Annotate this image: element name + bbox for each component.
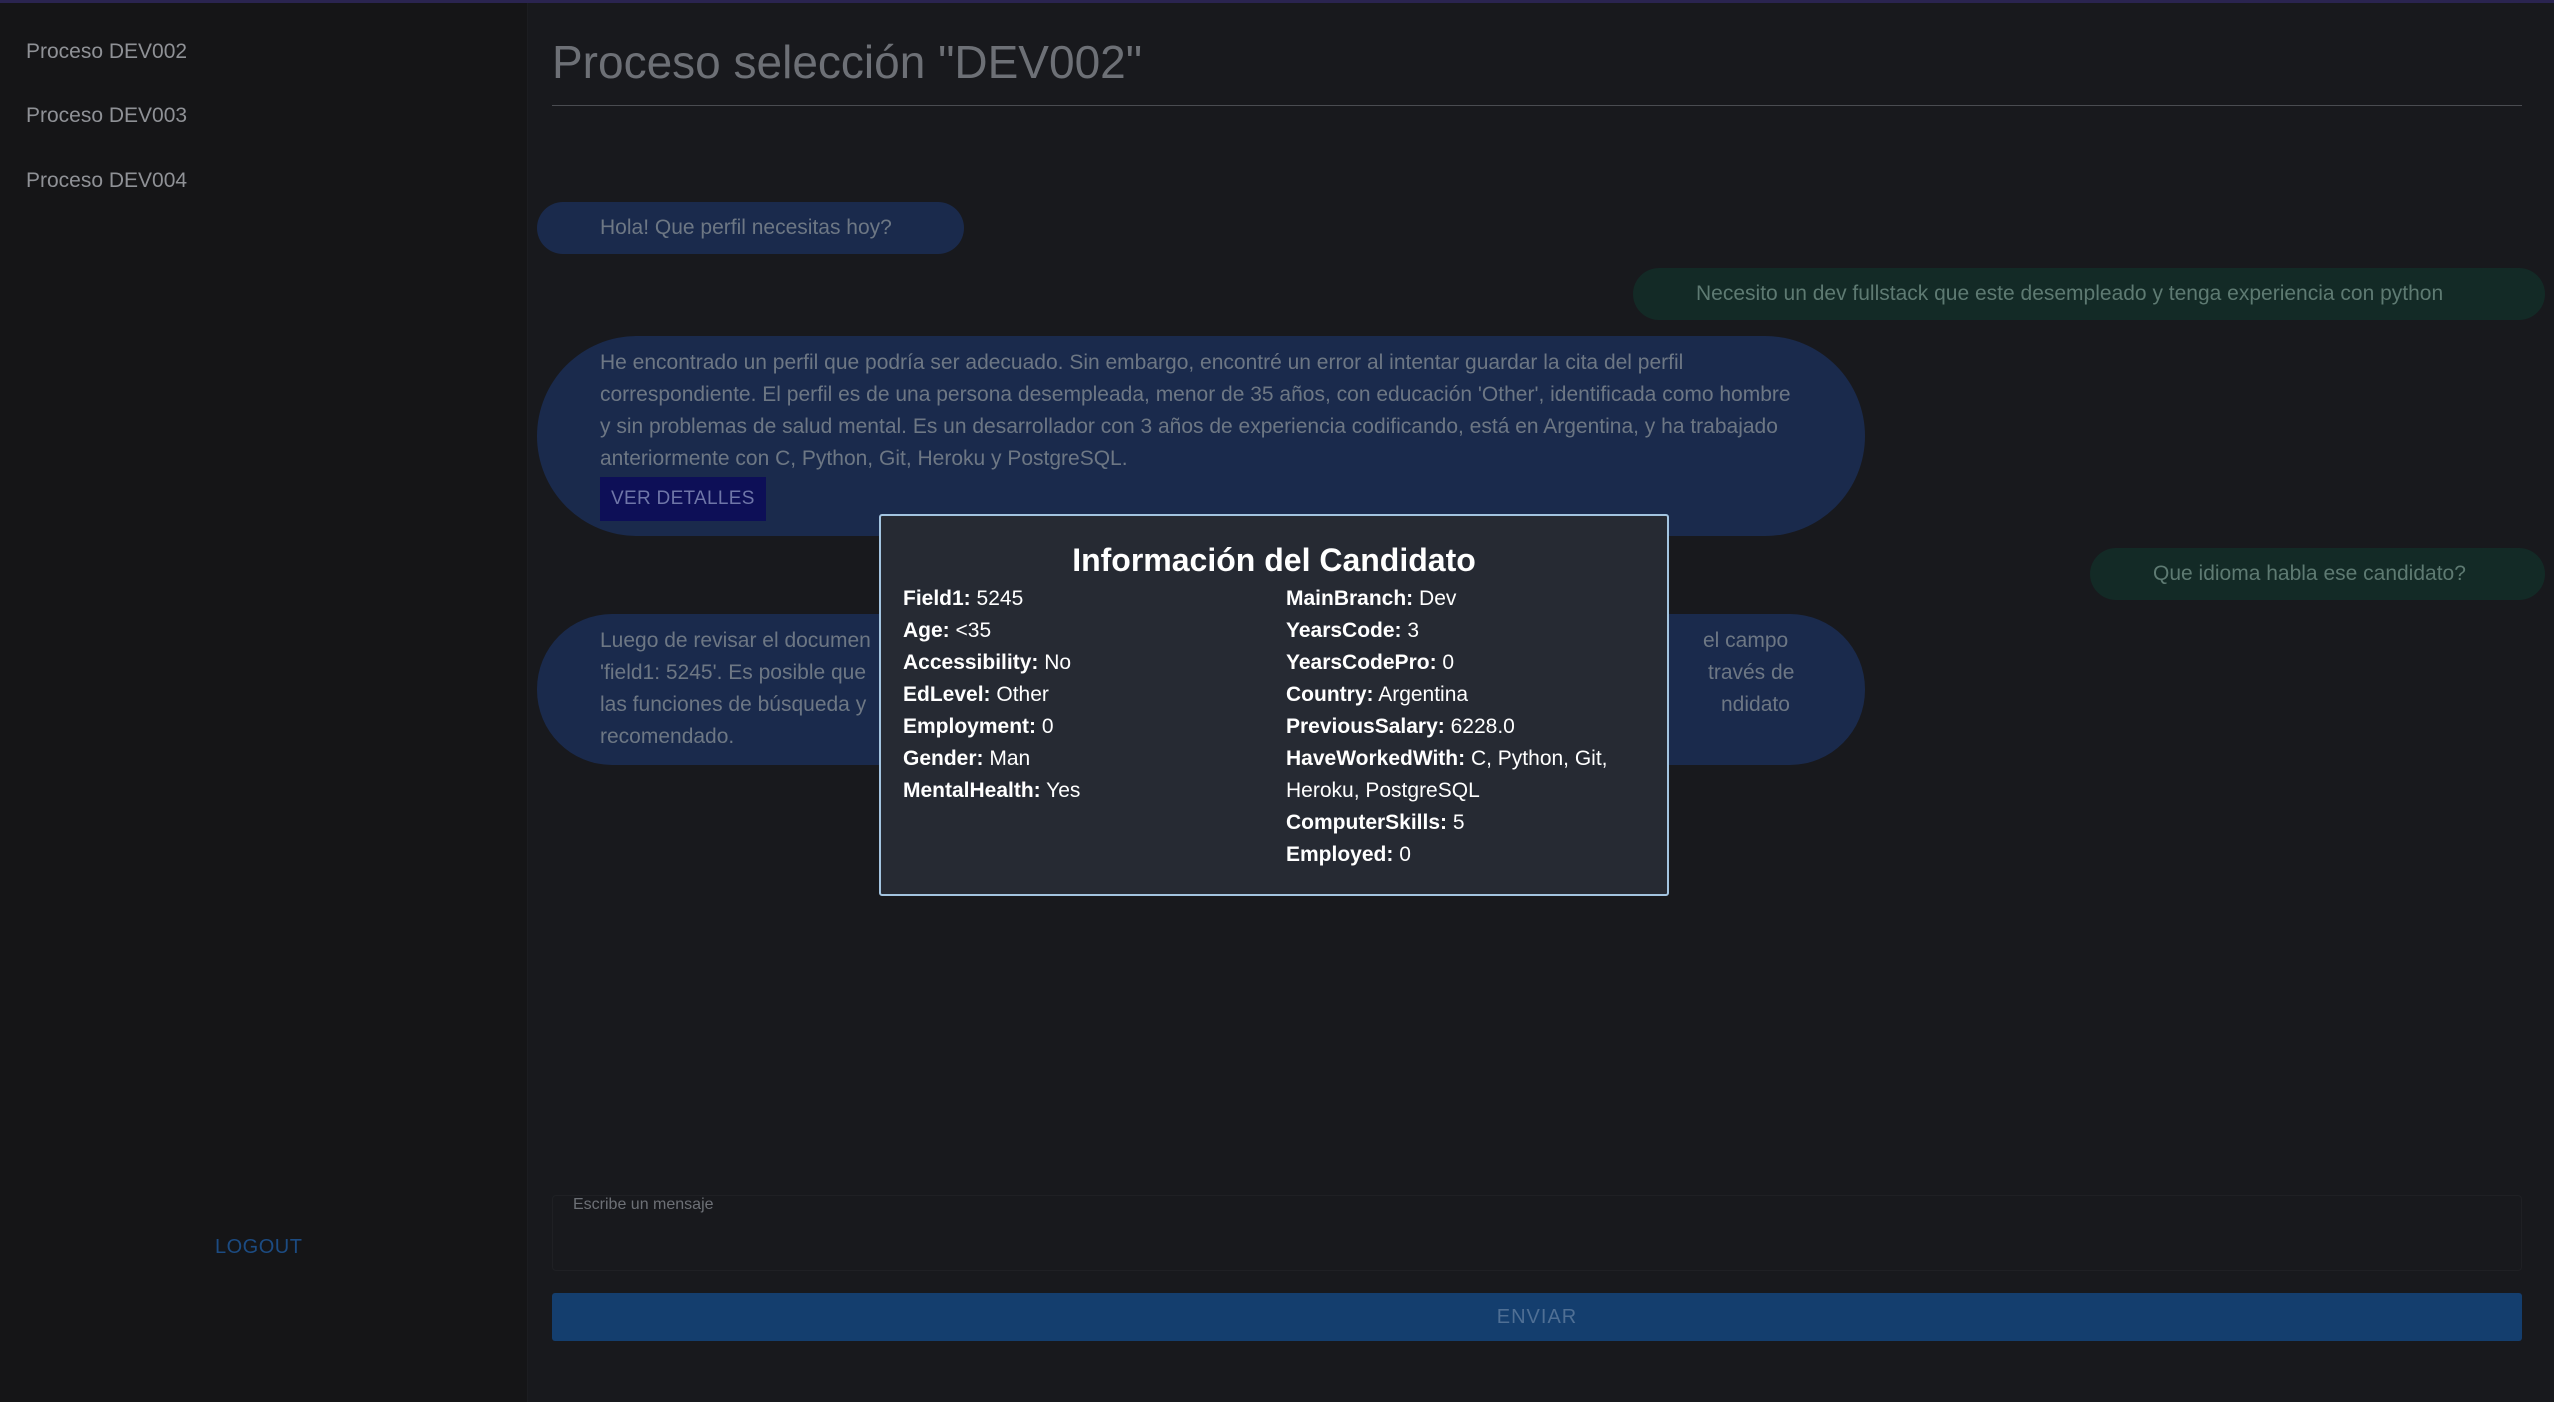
field-key: Employed: (1286, 843, 1394, 866)
user-message: Que idioma habla ese candidato? (2090, 548, 2545, 600)
field-row-age: Age: <35 (903, 615, 1263, 647)
field-key: YearsCodePro: (1286, 651, 1437, 674)
message-text: He encontrado un perfil que podría ser a… (600, 351, 1791, 470)
field-value: 5245 (976, 587, 1024, 610)
logout-button[interactable]: LOGOUT (215, 1236, 302, 1259)
message-text-fragment: las funciones de búsqueda y (600, 693, 867, 716)
field-key: ComputerSkills: (1286, 811, 1448, 834)
field-value: 5 (1452, 811, 1465, 834)
field-row-gender: Gender: Man (903, 743, 1263, 775)
field-row-previoussalary: PreviousSalary: 6228.0 (1286, 711, 1646, 743)
message-text: Hola! Que perfil necesitas hoy? (600, 216, 892, 239)
message-text-fragment: través de (1708, 661, 1795, 684)
field-key: YearsCode: (1286, 619, 1402, 642)
message-text: Que idioma habla ese candidato? (2153, 562, 2466, 585)
sidebar: Proceso DEV002 Proceso DEV003 Proceso DE… (0, 3, 528, 1402)
candidate-info-modal: Información del Candidato Field1: 5245 A… (879, 514, 1669, 896)
message-text-fragment: Luego de revisar el documen (600, 629, 871, 652)
view-details-button[interactable]: VER DETALLES (600, 477, 766, 521)
field-row-employment: Employment: 0 (903, 711, 1263, 743)
field-key: Gender: (903, 747, 984, 770)
field-value: 6228.0 (1450, 715, 1515, 738)
field-row-field1: Field1: 5245 (903, 583, 1263, 615)
field-row-accessibility: Accessibility: No (903, 647, 1263, 679)
field-row-edlevel: EdLevel: Other (903, 679, 1263, 711)
field-value: 3 (1407, 619, 1420, 642)
field-row-country: Country: Argentina (1286, 679, 1646, 711)
field-key: EdLevel: (903, 683, 991, 706)
message-field: Escribe un mensaje (552, 1195, 2522, 1271)
field-value: 0 (1041, 715, 1054, 738)
message-text-fragment: el campo (1703, 629, 1789, 652)
field-key: HaveWorkedWith: (1286, 747, 1466, 770)
field-value: 0 (1399, 843, 1411, 866)
app-window: Proceso DEV002 Proceso DEV003 Proceso DE… (0, 3, 2554, 1402)
field-value: Yes (1046, 779, 1081, 802)
field-key: Country: (1286, 683, 1374, 706)
field-row-haveworkedwith: HaveWorkedWith: C, Python, Git, Heroku, … (1286, 743, 1646, 807)
field-row-yearscode: YearsCode: 3 (1286, 615, 1646, 647)
field-value: No (1044, 651, 1072, 674)
field-row-mentalhealth: MentalHealth: Yes (903, 775, 1263, 807)
title-divider (552, 105, 2522, 106)
field-row-employed: Employed: 0 (1286, 839, 1646, 871)
field-value: <35 (955, 619, 992, 642)
field-value: Dev (1419, 587, 1457, 610)
field-key: MainBranch: (1286, 587, 1414, 610)
page-title: Proceso selección "DEV002" (552, 36, 1143, 88)
sidebar-item-dev003[interactable]: Proceso DEV003 (26, 104, 187, 128)
user-message: Necesito un dev fullstack que este desem… (1633, 268, 2545, 320)
field-value: Other (996, 683, 1049, 706)
message-text-fragment: 'field1: 5245'. Es posible que (600, 661, 867, 684)
candidate-fields-right: MainBranch: Dev YearsCode: 3 YearsCodePr… (1286, 583, 1646, 871)
field-key: Age: (903, 619, 950, 642)
field-row-computerskills: ComputerSkills: 5 (1286, 807, 1646, 839)
field-row-mainbranch: MainBranch: Dev (1286, 583, 1646, 615)
field-key: MentalHealth: (903, 779, 1041, 802)
send-button[interactable]: ENVIAR (552, 1293, 2522, 1341)
field-key: Employment: (903, 715, 1037, 738)
message-text: Necesito un dev fullstack que este desem… (1696, 282, 2444, 305)
field-key: Accessibility: (903, 651, 1039, 674)
modal-title: Información del Candidato (1072, 542, 1476, 578)
bot-message: He encontrado un perfil que podría ser a… (537, 336, 1865, 536)
field-value: 0 (1442, 651, 1455, 674)
field-key: PreviousSalary: (1286, 715, 1445, 738)
field-row-yearscodepro: YearsCodePro: 0 (1286, 647, 1646, 679)
sidebar-item-dev002[interactable]: Proceso DEV002 (26, 40, 187, 64)
field-value: Argentina (1378, 683, 1469, 706)
message-field-label: Escribe un mensaje (571, 1196, 716, 1214)
field-key: Field1: (903, 587, 971, 610)
field-value: Man (989, 747, 1031, 770)
bot-message: Hola! Que perfil necesitas hoy? (537, 202, 964, 254)
message-input[interactable] (553, 1216, 2521, 1268)
message-text-fragment: ndidato (1721, 693, 1790, 716)
sidebar-item-dev004[interactable]: Proceso DEV004 (26, 169, 187, 193)
candidate-fields-left: Field1: 5245 Age: <35 Accessibility: No … (903, 583, 1263, 807)
